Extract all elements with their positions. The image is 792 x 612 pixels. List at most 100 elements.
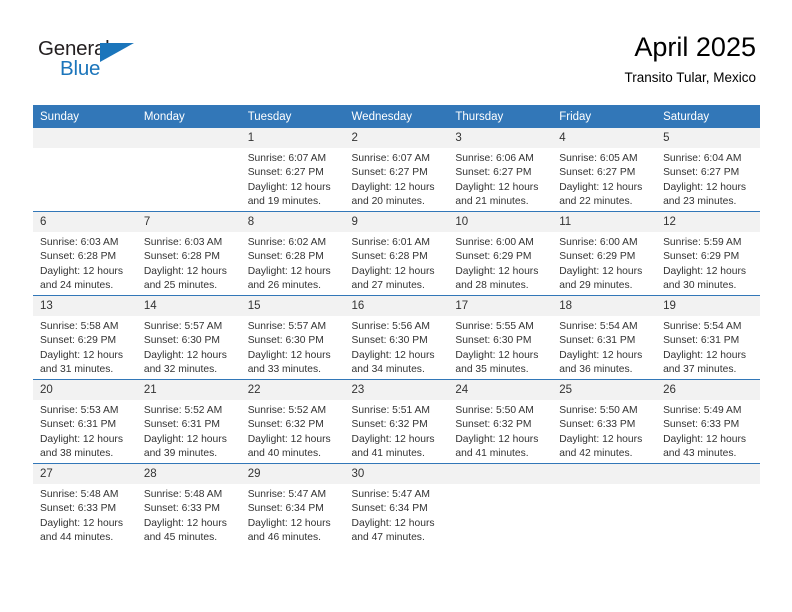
calendar-day-cell[interactable]: 2 Sunrise: 6:07 AM Sunset: 6:27 PM Daylight… — [344, 128, 449, 212]
day-details — [33, 148, 137, 152]
daylight-text-line2: and 25 minutes. — [143, 280, 218, 292]
calendar-day-cell-empty — [656, 463, 760, 547]
daylight-text-line1: Daylight: 12 hours — [247, 265, 331, 277]
sunrise-text: Sunrise: 6:05 AM — [559, 153, 638, 164]
sunset-text: Sunset: 6:31 PM — [663, 335, 740, 347]
calendar-day-cell[interactable]: 22 Sunrise: 5:52 AM Sunset: 6:32 PM Dayligh… — [240, 379, 345, 464]
sunset-text: Sunset: 6:31 PM — [40, 419, 117, 431]
day-number: 14 — [136, 296, 241, 316]
daylight-text-line2: and 38 minutes. — [40, 448, 114, 460]
sunrise-text: Sunrise: 5:52 AM — [143, 405, 223, 416]
calendar-day-cell[interactable]: 25 Sunrise: 5:50 AM Sunset: 6:33 PM Dayligh… — [552, 379, 657, 464]
daylight-text-line1: Daylight: 12 hours — [143, 349, 227, 361]
sunrise-text: Sunrise: 6:00 AM — [455, 237, 534, 248]
sunrise-text: Sunrise: 5:50 AM — [559, 405, 638, 416]
weekday-header-thursday: Thursday — [448, 105, 553, 128]
daylight-text-line2: and 46 minutes. — [247, 532, 321, 544]
daylight-text-line2: and 43 minutes. — [663, 448, 737, 460]
daylight-text-line1: Daylight: 12 hours — [663, 181, 747, 193]
sunset-text: Sunset: 6:33 PM — [40, 503, 117, 515]
daylight-text-line2: and 37 minutes. — [663, 364, 737, 376]
calendar-day-cell[interactable]: 1 Sunrise: 6:07 AM Sunset: 6:27 PM Daylight… — [240, 128, 345, 212]
sunrise-text: Sunrise: 5:55 AM — [455, 321, 534, 332]
calendar-day-cell[interactable]: 15 Sunrise: 5:57 AM Sunset: 6:30 PM Dayligh… — [240, 295, 345, 380]
calendar-day-cell[interactable]: 7 Sunrise: 6:03 AM Sunset: 6:28 PM Daylight… — [136, 211, 241, 296]
day-number: 3 — [448, 128, 553, 148]
day-number: 26 — [656, 380, 760, 400]
calendar-day-cell[interactable]: 30 Sunrise: 5:47 AM Sunset: 6:34 PM Dayligh… — [344, 463, 449, 547]
sunrise-text: Sunrise: 5:53 AM — [40, 405, 119, 416]
sunset-text: Sunset: 6:29 PM — [40, 335, 117, 347]
day-details: Sunrise: 6:03 AM Sunset: 6:28 PM Daylight:… — [33, 232, 137, 294]
sunrise-text: Sunrise: 5:57 AM — [247, 321, 327, 332]
calendar-day-cell[interactable]: 18 Sunrise: 5:54 AM Sunset: 6:31 PM Dayligh… — [552, 295, 657, 380]
daylight-text-line2: and 40 minutes. — [247, 448, 321, 460]
sunrise-text: Sunrise: 6:03 AM — [143, 237, 223, 248]
calendar-day-cell[interactable]: 17 Sunrise: 5:55 AM Sunset: 6:30 PM Dayligh… — [448, 295, 553, 380]
calendar-day-cell[interactable]: 19 Sunrise: 5:54 AM Sunset: 6:31 PM Dayligh… — [656, 295, 760, 380]
sunset-text: Sunset: 6:28 PM — [247, 251, 324, 263]
calendar-day-cell[interactable]: 10 Sunrise: 6:00 AM Sunset: 6:29 PM Dayligh… — [448, 211, 553, 296]
sunset-text: Sunset: 6:32 PM — [455, 419, 532, 431]
daylight-text-line1: Daylight: 12 hours — [143, 265, 227, 277]
calendar-day-cell[interactable]: 5 Sunrise: 6:04 AM Sunset: 6:27 PM Daylight… — [656, 128, 760, 212]
day-details: Sunrise: 6:07 AM Sunset: 6:27 PM Daylight:… — [241, 148, 345, 210]
logo-text-blue: Blue — [60, 57, 101, 80]
calendar-week-row: 27 Sunrise: 5:48 AM Sunset: 6:33 PM Dayligh… — [33, 463, 760, 547]
calendar-day-cell[interactable]: 16 Sunrise: 5:56 AM Sunset: 6:30 PM Dayligh… — [344, 295, 449, 380]
daylight-text-line1: Daylight: 12 hours — [455, 349, 539, 361]
day-number: 9 — [344, 212, 449, 232]
calendar-day-cell[interactable]: 29 Sunrise: 5:47 AM Sunset: 6:34 PM Dayligh… — [240, 463, 345, 547]
sunrise-text: Sunrise: 5:49 AM — [663, 405, 742, 416]
daylight-text-line2: and 21 minutes. — [455, 196, 529, 208]
day-details: Sunrise: 6:01 AM Sunset: 6:28 PM Daylight:… — [345, 232, 449, 294]
calendar-day-cell[interactable]: 27 Sunrise: 5:48 AM Sunset: 6:33 PM Dayligh… — [33, 463, 137, 547]
general-blue-logo[interactable]: General Blue — [38, 38, 158, 84]
calendar-day-cell[interactable]: 21 Sunrise: 5:52 AM Sunset: 6:31 PM Dayligh… — [136, 379, 241, 464]
day-details: Sunrise: 5:47 AM Sunset: 6:34 PM Daylight:… — [241, 484, 345, 546]
sunset-text: Sunset: 6:27 PM — [455, 167, 532, 179]
calendar-grid: Sunday Monday Tuesday Wednesday Thursday… — [33, 105, 760, 547]
calendar-week-row: 13 Sunrise: 5:58 AM Sunset: 6:29 PM Dayligh… — [33, 295, 760, 380]
day-number: 2 — [344, 128, 449, 148]
daylight-text-line1: Daylight: 12 hours — [559, 181, 643, 193]
calendar-day-cell[interactable]: 26 Sunrise: 5:49 AM Sunset: 6:33 PM Dayligh… — [656, 379, 760, 464]
day-details: Sunrise: 5:54 AM Sunset: 6:31 PM Daylight:… — [656, 316, 760, 378]
weekday-header-wednesday: Wednesday — [344, 105, 449, 128]
day-details: Sunrise: 6:02 AM Sunset: 6:28 PM Daylight:… — [241, 232, 345, 294]
day-details: Sunrise: 5:55 AM Sunset: 6:30 PM Daylight:… — [448, 316, 552, 378]
calendar-day-cell[interactable]: 24 Sunrise: 5:50 AM Sunset: 6:32 PM Dayligh… — [448, 379, 553, 464]
day-details: Sunrise: 5:57 AM Sunset: 6:30 PM Daylight:… — [137, 316, 241, 378]
calendar-day-cell-empty — [448, 463, 553, 547]
calendar-day-cell[interactable]: 14 Sunrise: 5:57 AM Sunset: 6:30 PM Dayligh… — [136, 295, 241, 380]
calendar-day-cell[interactable]: 28 Sunrise: 5:48 AM Sunset: 6:33 PM Dayligh… — [136, 463, 241, 547]
daylight-text-line2: and 44 minutes. — [40, 532, 114, 544]
calendar-day-cell[interactable]: 8 Sunrise: 6:02 AM Sunset: 6:28 PM Daylight… — [240, 211, 345, 296]
calendar-day-cell[interactable]: 13 Sunrise: 5:58 AM Sunset: 6:29 PM Dayligh… — [33, 295, 137, 380]
calendar-day-cell[interactable]: 9 Sunrise: 6:01 AM Sunset: 6:28 PM Daylight… — [344, 211, 449, 296]
calendar-day-cell[interactable]: 11 Sunrise: 6:00 AM Sunset: 6:29 PM Dayligh… — [552, 211, 657, 296]
daylight-text-line1: Daylight: 12 hours — [40, 433, 123, 445]
calendar-day-cell[interactable]: 23 Sunrise: 5:51 AM Sunset: 6:32 PM Dayligh… — [344, 379, 449, 464]
daylight-text-line2: and 41 minutes. — [455, 448, 529, 460]
sunset-text: Sunset: 6:33 PM — [663, 419, 740, 431]
sunset-text: Sunset: 6:34 PM — [351, 503, 428, 515]
day-number: 28 — [136, 464, 241, 484]
calendar-page: General Blue April 2025 Transito Tular, … — [0, 0, 792, 612]
day-details: Sunrise: 5:47 AM Sunset: 6:34 PM Daylight:… — [345, 484, 449, 546]
day-number — [656, 464, 760, 484]
calendar-day-cell[interactable]: 4 Sunrise: 6:05 AM Sunset: 6:27 PM Daylight… — [552, 128, 657, 212]
daylight-text-line1: Daylight: 12 hours — [455, 433, 539, 445]
day-details: Sunrise: 6:00 AM Sunset: 6:29 PM Daylight:… — [552, 232, 656, 294]
day-number: 29 — [240, 464, 345, 484]
daylight-text-line1: Daylight: 12 hours — [40, 349, 123, 361]
sunrise-text: Sunrise: 5:57 AM — [143, 321, 223, 332]
calendar-day-cell[interactable]: 6 Sunrise: 6:03 AM Sunset: 6:28 PM Daylight… — [33, 211, 137, 296]
calendar-day-cell[interactable]: 3 Sunrise: 6:06 AM Sunset: 6:27 PM Daylight… — [448, 128, 553, 212]
calendar-day-cell[interactable]: 12 Sunrise: 5:59 AM Sunset: 6:29 PM Dayligh… — [656, 211, 760, 296]
day-number: 18 — [552, 296, 657, 316]
day-details: Sunrise: 5:52 AM Sunset: 6:32 PM Daylight:… — [241, 400, 345, 462]
sunrise-text: Sunrise: 6:07 AM — [247, 153, 327, 164]
sunrise-text: Sunrise: 5:52 AM — [247, 405, 327, 416]
calendar-day-cell[interactable]: 20 Sunrise: 5:53 AM Sunset: 6:31 PM Dayligh… — [33, 379, 137, 464]
